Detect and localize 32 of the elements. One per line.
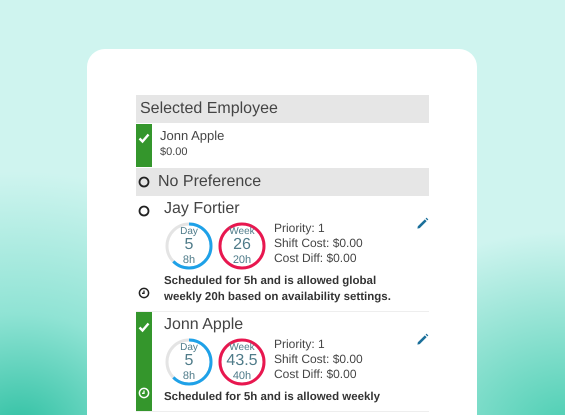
pencil-icon[interactable]	[416, 217, 429, 230]
cost-diff-text: Cost Diff: $0.00	[274, 367, 358, 382]
gauge-value: 5	[184, 236, 194, 252]
section-header: Selected Employee	[136, 95, 429, 123]
employee-cost: $0.00	[160, 146, 189, 158]
clock-icon	[138, 287, 150, 299]
employee-name: Jay Fortier	[164, 200, 241, 218]
no-preference-option[interactable]: No Preference	[136, 168, 429, 196]
shift-cost-text: Shift Cost: $0.00	[274, 236, 363, 251]
radio-button[interactable]	[138, 205, 150, 217]
pencil-icon[interactable]	[416, 333, 429, 346]
schedule-note: Scheduled for 5h and is allowed weekly	[164, 390, 382, 405]
schedule-note: Scheduled for 5h and is allowed global weekly 20h based on availability settings.	[164, 274, 392, 305]
priority-text: Priority: 1	[274, 337, 326, 352]
radio-button[interactable]	[138, 176, 150, 188]
gauge-limit: 40h	[232, 370, 252, 382]
gauge-value: 43.5	[226, 352, 258, 368]
employee-name: Jonn Apple	[160, 128, 224, 143]
gauge-limit: 8h	[182, 370, 196, 382]
gauge-value: 26	[233, 236, 251, 252]
shift-cost-text: Shift Cost: $0.00	[274, 352, 363, 367]
priority-text: Priority: 1	[274, 221, 326, 236]
gauge-label: Day	[180, 226, 198, 236]
gauge-label: Week	[229, 226, 255, 236]
gauge-value: 5	[184, 352, 194, 368]
gauge-label: Day	[180, 342, 198, 352]
gauge-limit: 20h	[232, 254, 252, 266]
gauge-limit: 8h	[182, 254, 196, 266]
cost-diff-text: Cost Diff: $0.00	[274, 251, 358, 266]
clock-icon	[138, 387, 150, 399]
employee-name: Jonn Apple	[164, 316, 244, 334]
gauge-label: Week	[229, 342, 255, 352]
